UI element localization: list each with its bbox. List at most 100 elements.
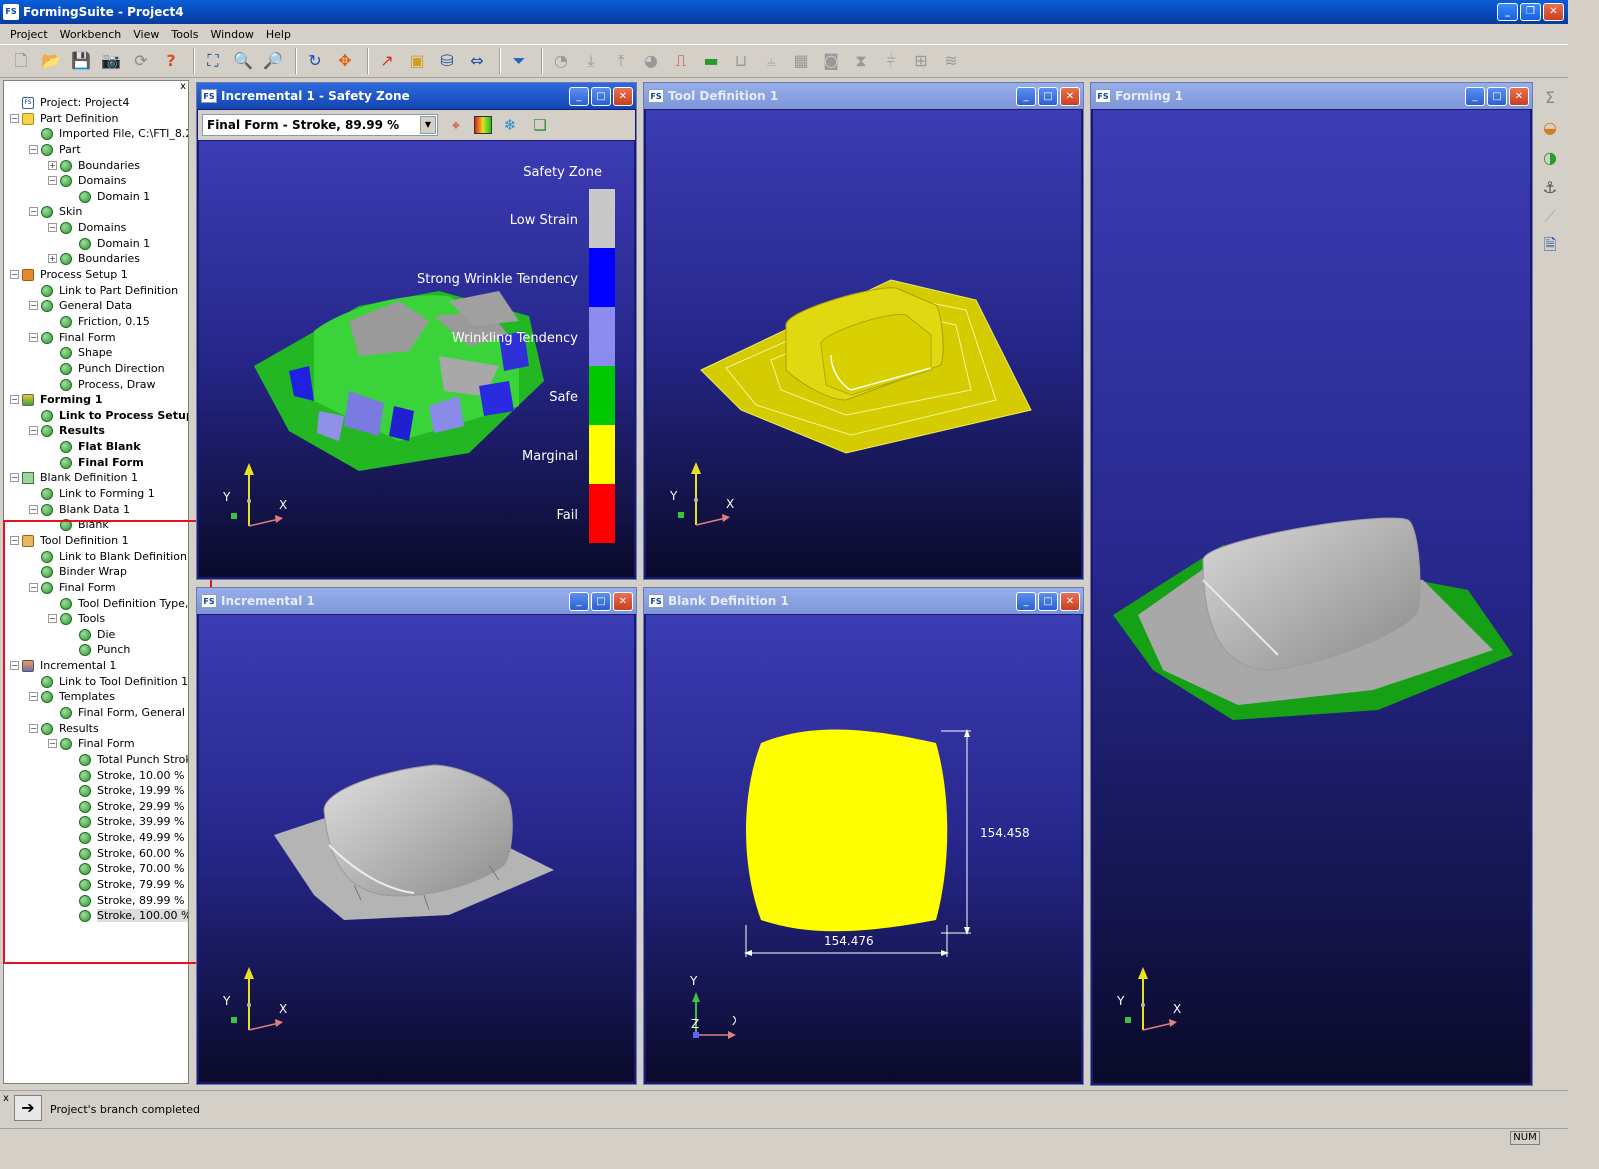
tree-item[interactable]: Total Punch Stroke [4, 752, 188, 768]
tree-item[interactable]: Die [4, 627, 188, 643]
color-map-icon[interactable] [474, 116, 492, 134]
tree-item[interactable]: − Incremental 1 [4, 658, 188, 674]
tree-item[interactable]: Stroke, 79.99 % [4, 877, 188, 893]
cylinder-icon[interactable]: ⛁ [434, 48, 460, 74]
collapse-icon[interactable]: − [10, 661, 19, 671]
tool-definition-window[interactable]: FS Tool Definition 1 _ □ ✕ YX [643, 82, 1084, 580]
tool9-icon[interactable]: ▦ [788, 48, 814, 74]
maximize-icon[interactable]: □ [591, 592, 611, 611]
tree-item[interactable]: Stroke, 19.99 % [4, 783, 188, 799]
trim-icon[interactable]: ◑ [1537, 144, 1563, 170]
stroke-select[interactable]: Final Form - Stroke, 89.99 % ▼ [202, 114, 438, 136]
tree-close-icon[interactable]: x [180, 81, 186, 92]
incremental-viewport[interactable]: YX [199, 615, 634, 1082]
anchor-icon[interactable]: ⚓ [1537, 174, 1563, 200]
tree-item[interactable]: Stroke, 70.00 % [4, 861, 188, 877]
maximize-icon[interactable]: □ [591, 87, 611, 106]
tree-item[interactable]: Link to Part Definition [4, 283, 188, 299]
close-icon[interactable]: ✕ [1060, 87, 1080, 106]
tree-item[interactable]: Final Form, General [4, 705, 188, 721]
tree-item[interactable]: − Part [4, 142, 188, 158]
tree-item[interactable]: − Blank Definition 1 [4, 470, 188, 486]
collapse-icon[interactable]: − [10, 473, 19, 483]
tree-item[interactable]: − Domains [4, 173, 188, 189]
tool13-icon[interactable]: ⊞ [908, 48, 934, 74]
tree-item[interactable]: Blank [4, 517, 188, 533]
close-icon[interactable]: ✕ [1509, 87, 1529, 106]
menu-help[interactable]: Help [260, 28, 297, 41]
tree-item[interactable]: Binder Wrap [4, 564, 188, 580]
tree-item[interactable]: Stroke, 100.00 % [4, 908, 188, 924]
tool14-icon[interactable]: ≋ [938, 48, 964, 74]
tool-definition-titlebar[interactable]: FS Tool Definition 1 _ □ ✕ [644, 83, 1083, 109]
minimize-icon[interactable]: _ [569, 592, 589, 611]
sigma-icon[interactable]: Σ [1537, 84, 1563, 110]
tree-item[interactable]: Tool Definition Type, G [4, 596, 188, 612]
collapse-icon[interactable]: − [29, 426, 38, 436]
tree-item[interactable]: Stroke, 49.99 % [4, 830, 188, 846]
camera-icon[interactable]: 📷 [98, 48, 124, 74]
collapse-icon[interactable]: − [29, 582, 38, 592]
safety-zone-viewport[interactable]: Safety Zone Low Strain Strong Wrinkle Te… [199, 141, 634, 577]
report-icon[interactable]: 🗎 [1537, 234, 1563, 260]
tool3-icon[interactable]: ⤒ [608, 48, 634, 74]
tree-item[interactable]: − Results [4, 423, 188, 439]
tree-item[interactable]: Stroke, 39.99 % [4, 814, 188, 830]
output-close-icon[interactable]: x [3, 1093, 9, 1104]
forming-icon[interactable]: ◒ [1537, 114, 1563, 140]
collapse-icon[interactable]: − [29, 692, 38, 702]
tool4-icon[interactable]: ◕ [638, 48, 664, 74]
tool1-icon[interactable]: ◔ [548, 48, 574, 74]
tree-item[interactable]: − Part Definition [4, 111, 188, 127]
tree-item[interactable]: Stroke, 29.99 % [4, 799, 188, 815]
tree-item[interactable]: − Tools [4, 611, 188, 627]
tool6-icon[interactable]: ▬ [698, 48, 724, 74]
zoom-icon[interactable]: 🔎 [260, 48, 286, 74]
tree-item[interactable]: Domain 1 [4, 189, 188, 205]
refresh-icon[interactable]: ⟳ [128, 48, 154, 74]
zoom-box-icon[interactable]: 🔍 [230, 48, 256, 74]
tree-item[interactable]: Link to Forming 1 [4, 486, 188, 502]
tree-item[interactable]: Link to Tool Definition 1 [4, 674, 188, 690]
tree-item[interactable]: − Final Form [4, 580, 188, 596]
tree-item[interactable]: − Templates [4, 689, 188, 705]
minimize-icon[interactable]: _ [569, 87, 589, 106]
collapse-icon[interactable]: − [29, 504, 38, 514]
incremental-titlebar[interactable]: FS Incremental 1 _ □ ✕ [197, 588, 636, 614]
tree-item[interactable]: − Domains [4, 220, 188, 236]
tree-item[interactable]: Final Form [4, 455, 188, 471]
tool2-icon[interactable]: ⤓ [578, 48, 604, 74]
blank-definition-window[interactable]: FS Blank Definition 1 _ □ ✕ 154.458 154.… [643, 587, 1084, 1085]
collapse-icon[interactable]: − [29, 144, 38, 154]
blank-definition-titlebar[interactable]: FS Blank Definition 1 _ □ ✕ [644, 588, 1083, 614]
collapse-icon[interactable]: − [29, 723, 38, 733]
tree-item[interactable]: Friction, 0.15 [4, 314, 188, 330]
tool10-icon[interactable]: ◙ [818, 48, 844, 74]
blank-definition-viewport[interactable]: 154.458 154.476 Y Z X [646, 615, 1081, 1082]
target-icon[interactable]: ⌖ [444, 113, 468, 137]
minimize-button[interactable]: _ [1497, 3, 1518, 21]
forming-window[interactable]: FS Forming 1 _ □ ✕ YX [1090, 82, 1533, 1086]
tree-item[interactable]: − Final Form [4, 330, 188, 346]
tree-item[interactable]: Process, Draw [4, 377, 188, 393]
tree-item[interactable]: − Skin [4, 204, 188, 220]
safety-zone-titlebar[interactable]: FS Incremental 1 - Safety Zone _ □ ✕ [197, 83, 636, 109]
tree-item[interactable]: − Final Form [4, 736, 188, 752]
tree-item[interactable]: Domain 1 [4, 236, 188, 252]
rotate-icon[interactable]: ↻ [302, 48, 328, 74]
tool12-icon[interactable]: ⫩ [878, 48, 904, 74]
tree-item[interactable]: + Boundaries [4, 251, 188, 267]
arrow-icon[interactable]: ↗ [374, 48, 400, 74]
maximize-icon[interactable]: □ [1487, 87, 1507, 106]
expand-icon[interactable]: + [48, 254, 57, 264]
tree-item[interactable]: − Tool Definition 1 [4, 533, 188, 549]
forming-titlebar[interactable]: FS Forming 1 _ □ ✕ [1091, 83, 1532, 109]
save-icon[interactable]: 💾 [68, 48, 94, 74]
menu-workbench[interactable]: Workbench [54, 28, 128, 41]
graph-icon[interactable]: ⟋ [1537, 204, 1563, 230]
close-icon[interactable]: ✕ [613, 87, 633, 106]
minimize-icon[interactable]: _ [1016, 87, 1036, 106]
tree-item[interactable]: − General Data [4, 298, 188, 314]
tree-item[interactable]: + Boundaries [4, 158, 188, 174]
tree-item[interactable]: − Process Setup 1 [4, 267, 188, 283]
